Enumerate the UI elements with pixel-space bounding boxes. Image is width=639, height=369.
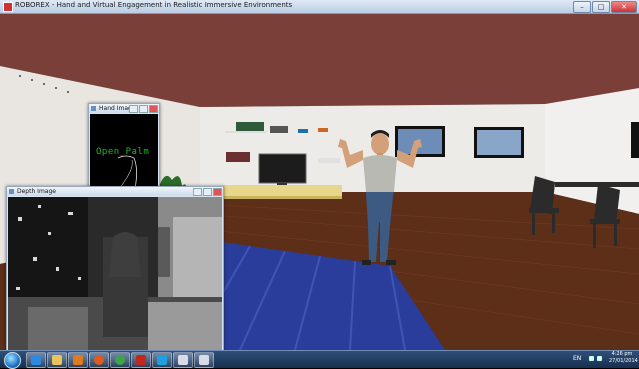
internet-explorer-icon[interactable] [26, 352, 46, 368]
depth-window-close-button[interactable] [213, 188, 222, 196]
window-icon [91, 106, 96, 111]
hand-window-titlebar: Hand Image [89, 104, 159, 113]
maximize-button[interactable]: □ [592, 1, 610, 13]
media-player-icon[interactable] [68, 352, 88, 368]
hand-window-maximize-button[interactable] [139, 105, 148, 113]
app-icon [3, 2, 13, 12]
depth-window-title: Depth Image [17, 188, 56, 195]
hand-window-close-button[interactable] [149, 105, 158, 113]
firefox-icon[interactable] [89, 352, 109, 368]
depth-window-minimize-button[interactable] [193, 188, 202, 196]
skype-icon[interactable] [152, 352, 172, 368]
network-icon[interactable] [589, 356, 594, 361]
depth-map [8, 197, 222, 350]
close-button[interactable]: ✕ [611, 1, 637, 13]
file-explorer-icon[interactable] [47, 352, 67, 368]
language-indicator[interactable]: EN [573, 355, 581, 362]
filezilla-icon[interactable] [131, 352, 151, 368]
depth-image-canvas [8, 197, 222, 350]
app-title: ROBOREX - Hand and Virtual Engagement in… [15, 1, 293, 9]
clock-date: 27/01/2014 [609, 358, 638, 364]
depth-window-maximize-button[interactable] [203, 188, 212, 196]
clock-time: 4:26 pm [611, 351, 633, 357]
depth-image-window[interactable]: Depth Image [6, 186, 224, 350]
system-tray: EN 4:26 pm 27/01/2014 [569, 351, 638, 368]
virtual-room-view[interactable]: Hand Image Open_Palm Depth Image [0, 14, 639, 350]
app-window-icon[interactable] [194, 352, 214, 368]
window-icon [9, 189, 14, 194]
app-title-bar: ROBOREX - Hand and Virtual Engagement in… [0, 0, 639, 14]
hand-window-minimize-button[interactable] [129, 105, 138, 113]
minimize-button[interactable]: – [573, 1, 591, 13]
app-window-icon[interactable] [173, 352, 193, 368]
gesture-label: Open_Palm [96, 147, 150, 157]
taskbar: EN 4:26 pm 27/01/2014 [0, 350, 639, 369]
clock[interactable]: 4:26 pm 27/01/2014 [609, 351, 638, 365]
chrome-icon[interactable] [110, 352, 130, 368]
start-button[interactable] [4, 352, 21, 369]
volume-icon[interactable] [597, 356, 602, 361]
depth-window-titlebar: Depth Image [7, 187, 223, 196]
